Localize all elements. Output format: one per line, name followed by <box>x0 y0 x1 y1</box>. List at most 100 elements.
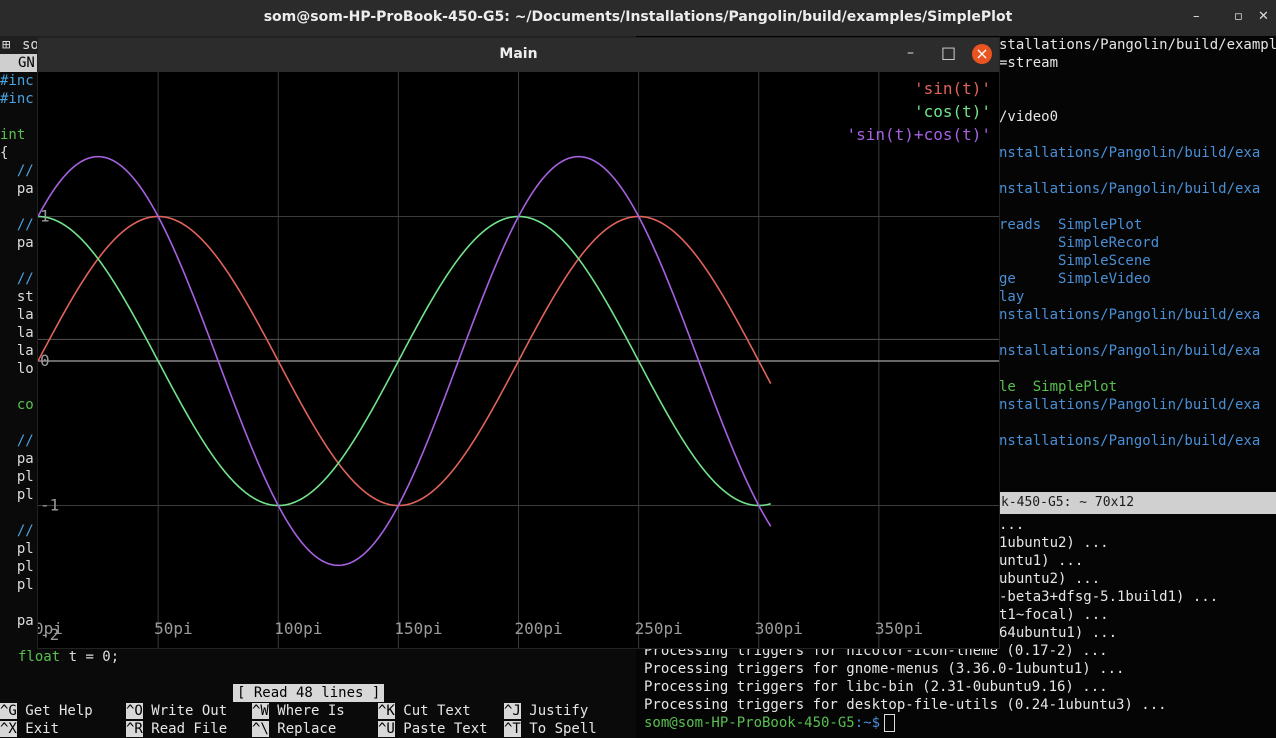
shortcut-key: ^G <box>0 703 17 719</box>
shortcut-label: Paste Text <box>394 721 488 737</box>
shortcut-key: ^T <box>504 721 521 737</box>
terminal-line: stallations/Pangolin/build/examples/Simp <box>999 37 1276 53</box>
nano-shortcut[interactable]: ^T To Spell <box>504 720 597 738</box>
float-keyword: float <box>18 649 61 665</box>
right-terminal-tab[interactable]: k-450-G5: ~ 70x12 <box>999 492 1276 514</box>
close-icon[interactable]: ✕ <box>1258 9 1269 24</box>
float-rest: t = 0; <box>60 649 120 665</box>
nano-shortcut[interactable]: ^J Justify <box>504 702 588 720</box>
nano-code-line: la <box>0 343 34 359</box>
nano-shortcut[interactable]: ^X Exit <box>0 720 59 738</box>
terminal-tab-icon[interactable]: ⊞ <box>2 36 10 54</box>
plot-window-titlebar[interactable]: Main – □ × <box>38 38 999 72</box>
nano-code-line: pl <box>0 541 34 557</box>
shortcut-label: To Spell <box>520 721 597 737</box>
terminal-line: nstallations/Pangolin/build/exa <box>999 145 1261 161</box>
nano-shortcut[interactable]: ^G Get Help <box>0 702 93 720</box>
right-terminal[interactable]: stallations/Pangolin/build/examples/Simp… <box>999 36 1276 492</box>
nano-shortcut[interactable]: ^O Write Out <box>126 702 227 720</box>
shortcut-key: ^R <box>126 721 143 737</box>
nano-code-line: st <box>0 289 34 305</box>
minimize-icon[interactable]: – <box>907 45 914 61</box>
nano-code-line: // <box>0 433 34 449</box>
shortcut-label: Justify <box>520 703 589 719</box>
nano-code-line: // <box>0 271 34 287</box>
x-tick-label: 200pi <box>515 619 563 638</box>
shortcut-key: ^U <box>378 721 395 737</box>
terminal-line: /video0 <box>999 109 1059 125</box>
terminal-line: Processing triggers for desktop-file-uti… <box>644 697 1167 713</box>
nano-code-line: lo <box>0 361 34 377</box>
nano-code-line: la <box>0 307 34 323</box>
plot-window[interactable]: Main – □ × -1 0 1 -2 0pi 50pi 100pi 150pi 200pi 2… <box>38 38 999 648</box>
right-terminal-tab-label: k-450-G5: ~ 70x12 <box>1001 495 1135 510</box>
nano-shortcut[interactable]: ^R Read File <box>126 720 227 738</box>
terminal-line: ubuntu2) ... <box>999 571 1101 587</box>
terminal-line: -beta3+dfsg-5.1build1) ... <box>999 589 1219 605</box>
x-tick-label: 50pi <box>154 619 193 638</box>
nano-shortcut[interactable]: ^K Cut Text <box>378 702 471 720</box>
maximize-icon[interactable]: ▫ <box>1234 9 1243 24</box>
nano-code-line: #inc <box>0 91 34 107</box>
nano-shortcut[interactable]: ^\ Replace <box>252 720 336 738</box>
nano-footer: float t = 0; [ Read 48 lines ] ^G Get He… <box>0 648 636 738</box>
terminal-line: 1ubuntu2) ... <box>999 535 1109 551</box>
close-icon[interactable]: × <box>972 44 992 64</box>
shortcut-key: ^W <box>252 703 269 719</box>
terminal-prompt[interactable]: som@som-HP-ProBook-450-G5:~$ <box>644 714 896 732</box>
terminal-line: lay <box>999 289 1025 305</box>
shortcut-label: Replace <box>268 721 337 737</box>
nano-code-line: // <box>0 523 34 539</box>
nano-code-line: pa <box>0 235 34 251</box>
shortcut-key: ^K <box>378 703 395 719</box>
nano-code-line: pa <box>0 181 34 197</box>
minimize-icon[interactable]: – <box>1193 9 1200 24</box>
plot-canvas[interactable]: -101-20pi 50pi 100pi 150pi 200pi 250pi 300pi 35… <box>38 72 999 648</box>
terminal-line: t1~focal) ... <box>999 607 1109 623</box>
nano-header-text: GN <box>18 55 35 71</box>
terminal-line: reads SimplePlot <box>999 217 1143 233</box>
legend-entry: 'cos(t)' <box>914 102 991 121</box>
shortcut-label: Where Is <box>268 703 345 719</box>
terminal-line: ge SimpleVideo <box>999 271 1151 287</box>
nano-code-line: pl <box>0 487 34 503</box>
shortcut-label: Read File <box>142 721 228 737</box>
shortcut-key: ^X <box>0 721 17 737</box>
nano-code-line: pl <box>0 577 34 593</box>
terminal-line: Processing triggers for gnome-menus (3.3… <box>644 661 1125 677</box>
x-tick-label: 250pi <box>635 619 683 638</box>
shortcut-label: Get Help <box>16 703 93 719</box>
terminal-tab-label[interactable]: so <box>22 36 39 54</box>
legend-entry: 'sin(t)+cos(t)' <box>847 125 992 144</box>
x-tick-label: 0pi <box>38 619 63 638</box>
x-tick-label: 100pi <box>274 619 322 638</box>
nano-shortcut[interactable]: ^U Paste Text <box>378 720 488 738</box>
terminal-titlebar[interactable]: som@som-HP-ProBook-450-G5: ~/Documents/I… <box>0 0 1276 36</box>
x-tick-label: 150pi <box>394 619 442 638</box>
terminal-line: 64ubuntu1) ... <box>999 625 1118 641</box>
terminal-line: Processing triggers for libc-bin (2.31-0… <box>644 679 1108 695</box>
legend-entry: 'sin(t)' <box>914 79 991 98</box>
terminal-cursor <box>884 714 896 732</box>
x-tick-label: 300pi <box>755 619 803 638</box>
nano-code-line: co <box>0 397 34 413</box>
terminal-line: ... <box>999 517 1025 533</box>
nano-code-line: pl <box>0 559 34 575</box>
y-tick-label: -1 <box>40 496 59 515</box>
plot-window-title: Main <box>499 46 538 62</box>
maximize-icon[interactable]: □ <box>941 43 956 62</box>
shortcut-label: Write Out <box>142 703 228 719</box>
terminal-line: le SimplePlot <box>999 379 1118 395</box>
terminal-line: nstallations/Pangolin/build/exa <box>999 307 1261 323</box>
nano-code-line: // <box>0 163 34 179</box>
nano-shortcut[interactable]: ^W Where Is <box>252 702 345 720</box>
shortcut-label: Exit <box>16 721 60 737</box>
nano-code-line: // <box>0 217 34 233</box>
terminal-line: untu1) ... <box>999 553 1084 569</box>
terminal-line: SimpleScene <box>999 253 1151 269</box>
terminal-line: nstallations/Pangolin/build/exa <box>999 181 1261 197</box>
terminal-window-title: som@som-HP-ProBook-450-G5: ~/Documents/I… <box>263 9 1013 25</box>
x-tick-label: 350pi <box>875 619 923 638</box>
shortcut-key: ^O <box>126 703 143 719</box>
nano-code-float-line: float t = 0; <box>18 648 119 666</box>
